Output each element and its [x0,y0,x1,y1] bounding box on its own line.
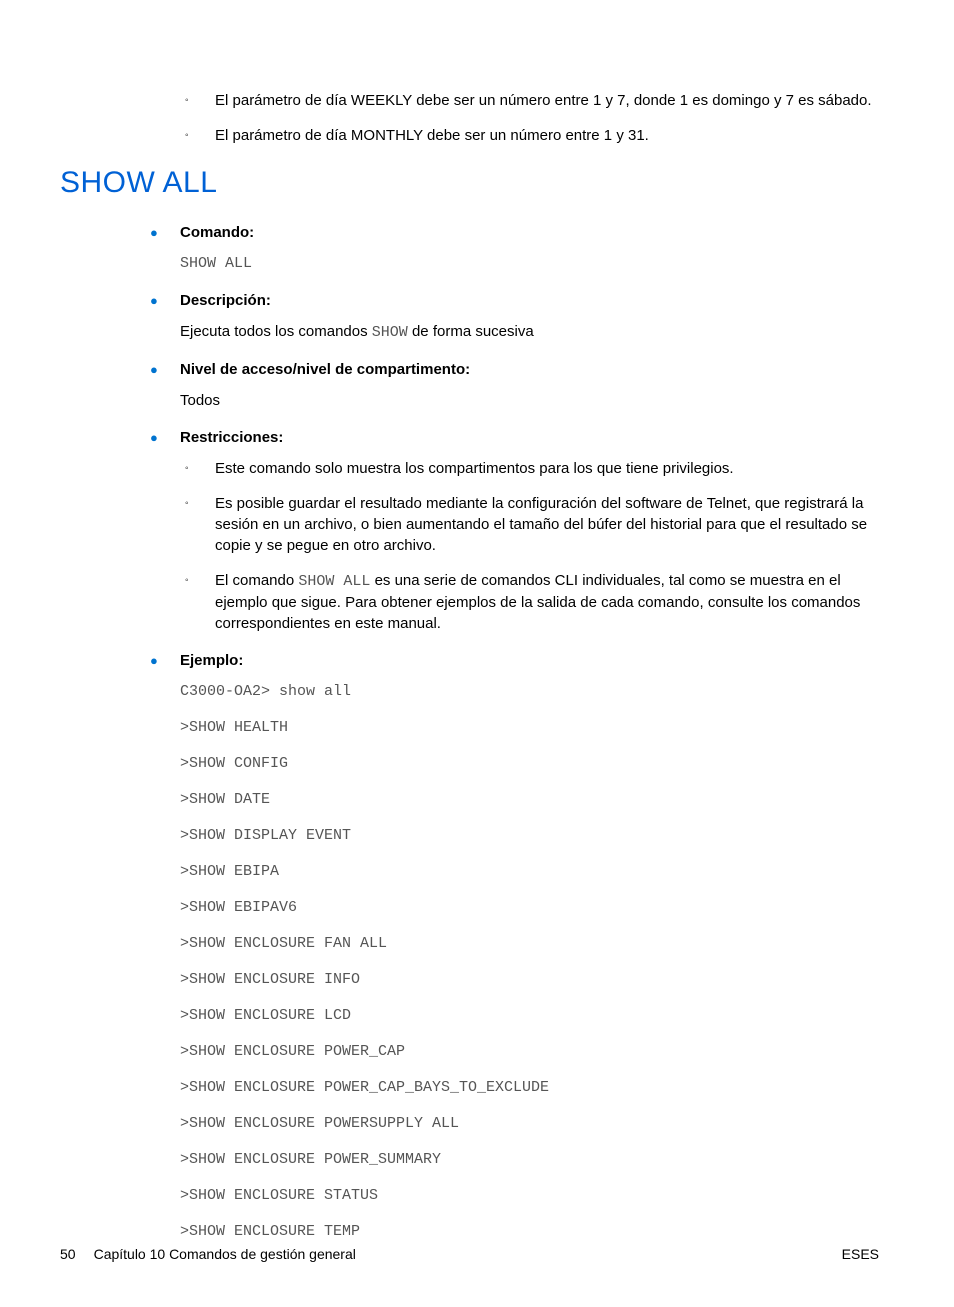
description-value: Ejecuta todos los comandos SHOW de forma… [180,321,879,343]
footer-left: 50 Capítulo 10 Comandos de gestión gener… [60,1245,356,1265]
solid-bullet-icon: ● [150,427,180,448]
solid-bullet-icon: ● [150,359,180,380]
list-item: ◦ El comando SHOW ALL es una serie de co… [185,570,879,634]
code-line: >SHOW ENCLOSURE POWER_CAP_BAYS_TO_EXCLUD… [180,1077,879,1098]
inline-code: SHOW ALL [298,573,370,590]
list-text: Este comando solo muestra los compartime… [215,458,879,479]
code-line: C3000-OA2> show all [180,681,879,702]
solid-bullet-icon: ● [150,222,180,243]
code-line: >SHOW ENCLOSURE LCD [180,1005,879,1026]
section-title: SHOW ALL [60,162,879,204]
example-section: ● Ejemplo: [150,650,879,671]
text-fragment: Ejecuta todos los comandos [180,323,372,340]
code-line: >SHOW HEALTH [180,717,879,738]
field-label: Comando: [180,222,254,243]
code-line: >SHOW DATE [180,789,879,810]
list-item: ● Nivel de acceso/nivel de compartimento… [150,359,879,380]
hollow-bullet-icon: ◦ [185,90,215,111]
field-label: Ejemplo: [180,650,243,671]
field-label: Nivel de acceso/nivel de compartimento: [180,359,470,380]
list-item: ● Restricciones: [150,427,879,448]
field-label: Restricciones: [180,427,283,448]
access-level-value: Todos [180,390,879,411]
hollow-bullet-icon: ◦ [185,125,215,146]
command-section: ● Comando: [150,222,879,243]
page-footer: 50 Capítulo 10 Comandos de gestión gener… [60,1245,879,1265]
access-level-section: ● Nivel de acceso/nivel de compartimento… [150,359,879,380]
intro-sublist: ◦ El parámetro de día WEEKLY debe ser un… [185,90,879,146]
code-line: >SHOW EBIPAV6 [180,897,879,918]
chapter-title: Capítulo 10 Comandos de gestión general [94,1245,356,1265]
field-label: Descripción: [180,290,271,311]
list-item: ● Ejemplo: [150,650,879,671]
hollow-bullet-icon: ◦ [185,493,215,556]
code-line: >SHOW ENCLOSURE INFO [180,969,879,990]
restrictions-sublist: ◦ Este comando solo muestra los comparti… [185,458,879,634]
list-item: ● Descripción: [150,290,879,311]
list-text: Es posible guardar el resultado mediante… [215,493,879,556]
restrictions-section: ● Restricciones: [150,427,879,448]
code-line: >SHOW CONFIG [180,753,879,774]
code-line: >SHOW ENCLOSURE TEMP [180,1221,879,1242]
code-line: >SHOW DISPLAY EVENT [180,825,879,846]
document-page: ◦ El parámetro de día WEEKLY debe ser un… [0,0,954,1307]
hollow-bullet-icon: ◦ [185,458,215,479]
text-fragment: de forma sucesiva [408,323,534,340]
code-line: >SHOW ENCLOSURE FAN ALL [180,933,879,954]
page-number: 50 [60,1245,76,1265]
command-value: SHOW ALL [180,253,879,274]
list-item: ◦ El parámetro de día MONTHLY debe ser u… [185,125,879,146]
code-line: >SHOW EBIPA [180,861,879,882]
solid-bullet-icon: ● [150,290,180,311]
list-text: El parámetro de día WEEKLY debe ser un n… [215,90,879,111]
code-line: >SHOW ENCLOSURE POWER_CAP [180,1041,879,1062]
list-text: El comando SHOW ALL es una serie de coma… [215,570,879,634]
list-item: ◦ Es posible guardar el resultado median… [185,493,879,556]
code-line: >SHOW ENCLOSURE STATUS [180,1185,879,1206]
solid-bullet-icon: ● [150,650,180,671]
footer-lang: ESES [842,1245,879,1265]
hollow-bullet-icon: ◦ [185,570,215,634]
inline-code: SHOW [372,324,408,341]
description-section: ● Descripción: [150,290,879,311]
list-text: El parámetro de día MONTHLY debe ser un … [215,125,879,146]
text-fragment: El comando [215,572,298,589]
code-line: >SHOW ENCLOSURE POWER_SUMMARY [180,1149,879,1170]
list-item: ● Comando: [150,222,879,243]
code-line: >SHOW ENCLOSURE POWERSUPPLY ALL [180,1113,879,1134]
list-item: ◦ Este comando solo muestra los comparti… [185,458,879,479]
list-item: ◦ El parámetro de día WEEKLY debe ser un… [185,90,879,111]
example-code-block: C3000-OA2> show all >SHOW HEALTH >SHOW C… [180,681,879,1242]
